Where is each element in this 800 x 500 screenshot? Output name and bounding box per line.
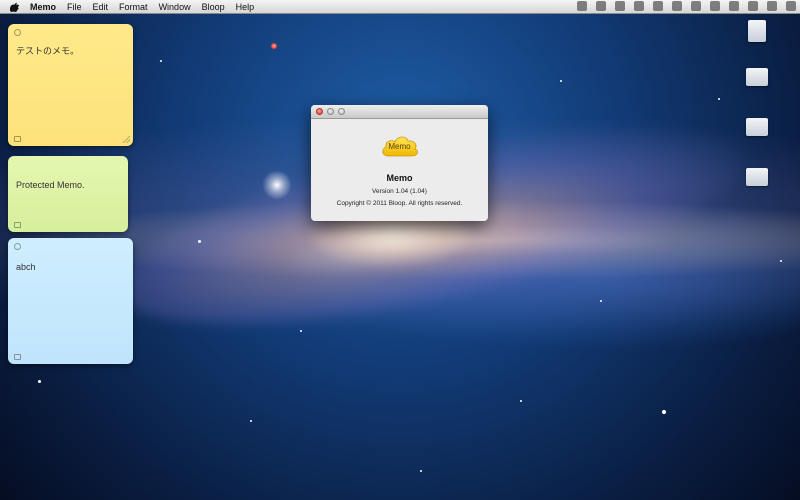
menu-format[interactable]: Format xyxy=(119,0,148,14)
desktop-icon-folder[interactable] xyxy=(727,168,787,186)
status-icon[interactable] xyxy=(767,1,777,11)
menu-window[interactable]: Window xyxy=(159,0,191,14)
menu-app-name[interactable]: Memo xyxy=(30,0,56,14)
menu-edit[interactable]: Edit xyxy=(93,0,109,14)
status-icon[interactable] xyxy=(634,1,644,11)
resize-grip-icon[interactable] xyxy=(123,136,130,143)
zoom-button[interactable] xyxy=(338,108,345,115)
about-version: Version 1.04 (1.04) xyxy=(372,188,427,195)
status-icon[interactable] xyxy=(653,1,663,11)
about-copyright: Copyright © 2011 Bloop. All rights reser… xyxy=(336,200,463,207)
folder-icon xyxy=(746,68,768,86)
star xyxy=(300,330,302,332)
folder-icon xyxy=(746,168,768,186)
pin-icon[interactable] xyxy=(14,29,21,36)
status-icon[interactable] xyxy=(615,1,625,11)
memo-note-text[interactable]: テストのメモ。 xyxy=(16,44,125,57)
memo-note-blue[interactable]: abch xyxy=(8,238,133,364)
memo-note-green[interactable]: Protected Memo. xyxy=(8,156,128,232)
status-icon[interactable] xyxy=(596,1,606,11)
apple-icon[interactable] xyxy=(10,1,20,12)
status-icon[interactable] xyxy=(672,1,682,11)
star xyxy=(250,420,252,422)
menu-help[interactable]: Help xyxy=(236,0,255,14)
status-icon[interactable] xyxy=(710,1,720,11)
star xyxy=(160,60,162,62)
memo-note-text[interactable]: abch xyxy=(16,262,125,272)
red-star xyxy=(271,43,277,49)
status-icon[interactable] xyxy=(786,1,796,11)
document-icon xyxy=(748,20,766,42)
lock-icon[interactable] xyxy=(14,136,21,142)
star xyxy=(420,470,422,472)
status-icon[interactable] xyxy=(748,1,758,11)
desktop-icon-folder[interactable] xyxy=(727,68,787,86)
menu-file[interactable]: File xyxy=(67,0,82,14)
star xyxy=(662,410,666,414)
about-window: Memo Memo Version 1.04 (1.04) Copyright … xyxy=(311,105,488,221)
lock-icon[interactable] xyxy=(14,222,21,228)
memo-note-text[interactable]: Protected Memo. xyxy=(16,180,120,190)
status-icon[interactable] xyxy=(577,1,587,11)
minimize-button[interactable] xyxy=(327,108,334,115)
star xyxy=(560,80,562,82)
bright-star xyxy=(262,170,292,200)
status-icon[interactable] xyxy=(729,1,739,11)
app-logo-text: Memo xyxy=(388,142,411,151)
memo-note-yellow[interactable]: テストのメモ。 xyxy=(8,24,133,146)
window-titlebar[interactable] xyxy=(311,105,488,119)
star xyxy=(38,380,41,383)
folder-icon xyxy=(746,118,768,136)
star xyxy=(198,240,201,243)
app-logo-icon: Memo xyxy=(380,133,420,159)
star xyxy=(718,98,720,100)
desktop-icon-folder[interactable] xyxy=(727,118,787,136)
close-button[interactable] xyxy=(316,108,323,115)
menu-bloop[interactable]: Bloop xyxy=(202,0,225,14)
star xyxy=(600,300,602,302)
about-body: Memo Memo Version 1.04 (1.04) Copyright … xyxy=(311,119,488,207)
desktop-icon-document[interactable] xyxy=(727,20,787,42)
star xyxy=(520,400,522,402)
status-icon[interactable] xyxy=(691,1,701,11)
about-app-title: Memo xyxy=(386,173,413,183)
menu-status-area xyxy=(577,1,796,11)
star xyxy=(780,260,782,262)
pin-icon[interactable] xyxy=(14,243,21,250)
lock-icon[interactable] xyxy=(14,354,21,360)
menu-bar: Memo File Edit Format Window Bloop Help xyxy=(0,0,800,14)
desktop: Memo File Edit Format Window Bloop Help … xyxy=(0,0,800,500)
